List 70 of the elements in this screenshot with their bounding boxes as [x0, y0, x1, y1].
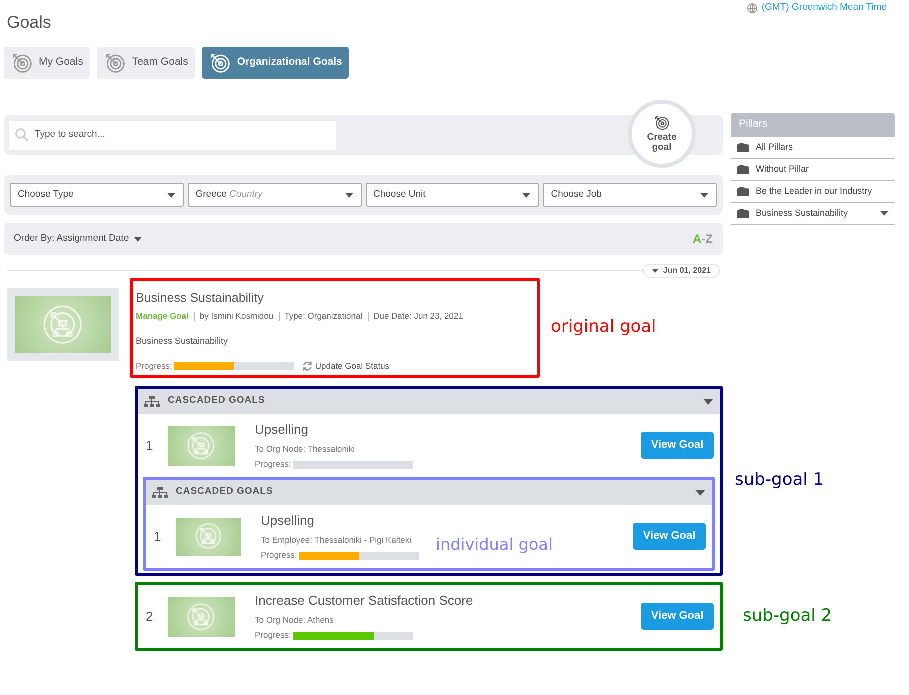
- filter-dropdown[interactable]: Choose Job: [543, 183, 717, 207]
- caret-icon: [652, 269, 660, 273]
- caret-icon: [700, 192, 709, 198]
- goal-meta: by Ismini Kosmidou: [200, 310, 274, 322]
- sub-goal-title: Upselling: [261, 512, 316, 530]
- goal-tab[interactable]: Team Goals: [97, 47, 196, 79]
- folder-icon: [737, 165, 749, 174]
- goal-description: Business Sustainability: [136, 334, 230, 348]
- goal-meta: Type: Organizational: [284, 310, 363, 322]
- goal-thumbnail: [168, 426, 235, 466]
- caret-icon: [522, 192, 532, 198]
- target-icon: [209, 52, 232, 74]
- hierarchy-icon: [144, 396, 160, 408]
- folder-icon: [737, 143, 749, 152]
- goal-thumbnail: [168, 596, 235, 636]
- folder-icon: [737, 209, 749, 218]
- caret-icon: [166, 192, 176, 198]
- order-by-dropdown[interactable]: Order By: Assignment Date: [14, 232, 142, 246]
- caret-icon: [695, 490, 706, 496]
- update-status-button[interactable]: Update Goal Status: [302, 360, 390, 373]
- item-number: 1: [154, 528, 162, 546]
- search-icon: [15, 128, 29, 142]
- goal-target: To Org Node: Athens: [255, 614, 334, 626]
- cascade-header[interactable]: CASCADED GOALS: [146, 480, 712, 505]
- target-icon: [654, 115, 670, 131]
- caret-icon: [134, 236, 142, 242]
- caret-icon: [703, 398, 714, 404]
- sub-goal-title: Increase Customer Satisfaction Score: [255, 592, 474, 610]
- caret-icon: [880, 211, 889, 216]
- caret-icon: [344, 192, 354, 198]
- filter-dropdown[interactable]: Choose Unit: [366, 183, 540, 207]
- item-number: 1: [146, 436, 154, 455]
- pillar-item[interactable]: All Pillars: [731, 137, 895, 160]
- search-field[interactable]: Type to search...: [9, 120, 336, 150]
- pillar-item[interactable]: Be the Leader in our Industry: [731, 181, 895, 204]
- annotation-label: individual goal: [436, 535, 553, 554]
- cascade-header[interactable]: CASCADED GOALS: [138, 389, 720, 414]
- goal-meta: Due Date: Jun 23, 2021: [374, 310, 464, 322]
- sub-goal-title: Upselling: [255, 421, 310, 439]
- annotation-label: original goal: [551, 316, 656, 340]
- annotation-label: sub-goal 1: [735, 469, 824, 492]
- cascade-header-title: CASCADED GOALS: [168, 394, 266, 408]
- pillar-item[interactable]: Without Pillar: [731, 159, 895, 182]
- globe-icon: [746, 2, 758, 14]
- goal-thumbnail: [176, 518, 241, 556]
- search-input[interactable]: Type to search...: [35, 128, 330, 142]
- goal-tab[interactable]: My Goals: [4, 47, 90, 79]
- create-goal-button[interactable]: Create goal: [628, 100, 696, 168]
- annotation-label: sub-goal 2: [743, 604, 832, 628]
- hierarchy-icon: [152, 486, 168, 498]
- goal-title: Business Sustainability: [136, 290, 265, 307]
- date-text: Jun 01, 2021: [663, 265, 711, 277]
- pillar-item[interactable]: Business Sustainability: [731, 203, 895, 226]
- filter-dropdown[interactable]: Choose Type: [10, 183, 184, 207]
- target-icon: [104, 52, 126, 74]
- refresh-icon: [302, 360, 314, 372]
- goal-target: To Org Node: Thessaloniki: [255, 442, 356, 456]
- goal-target: To Employee: Thessaloniki - Pigi Kalteki: [261, 534, 412, 546]
- progress-label: Progress:: [255, 629, 292, 642]
- progress-label: Progress:: [255, 458, 292, 471]
- folder-icon: [737, 187, 749, 196]
- progress-label: Progress:: [136, 360, 172, 373]
- target-icon: [11, 52, 33, 74]
- progress-label: Progress:: [261, 549, 298, 562]
- pillars-header: Pillars: [731, 113, 895, 138]
- filter-dropdown[interactable]: Greece Country: [188, 183, 362, 207]
- cascade-header-title: CASCADED GOALS: [176, 485, 274, 500]
- page-title: Goals: [7, 12, 52, 32]
- item-number: 2: [146, 608, 154, 626]
- goal-tab[interactable]: Organizational Goals: [202, 47, 350, 79]
